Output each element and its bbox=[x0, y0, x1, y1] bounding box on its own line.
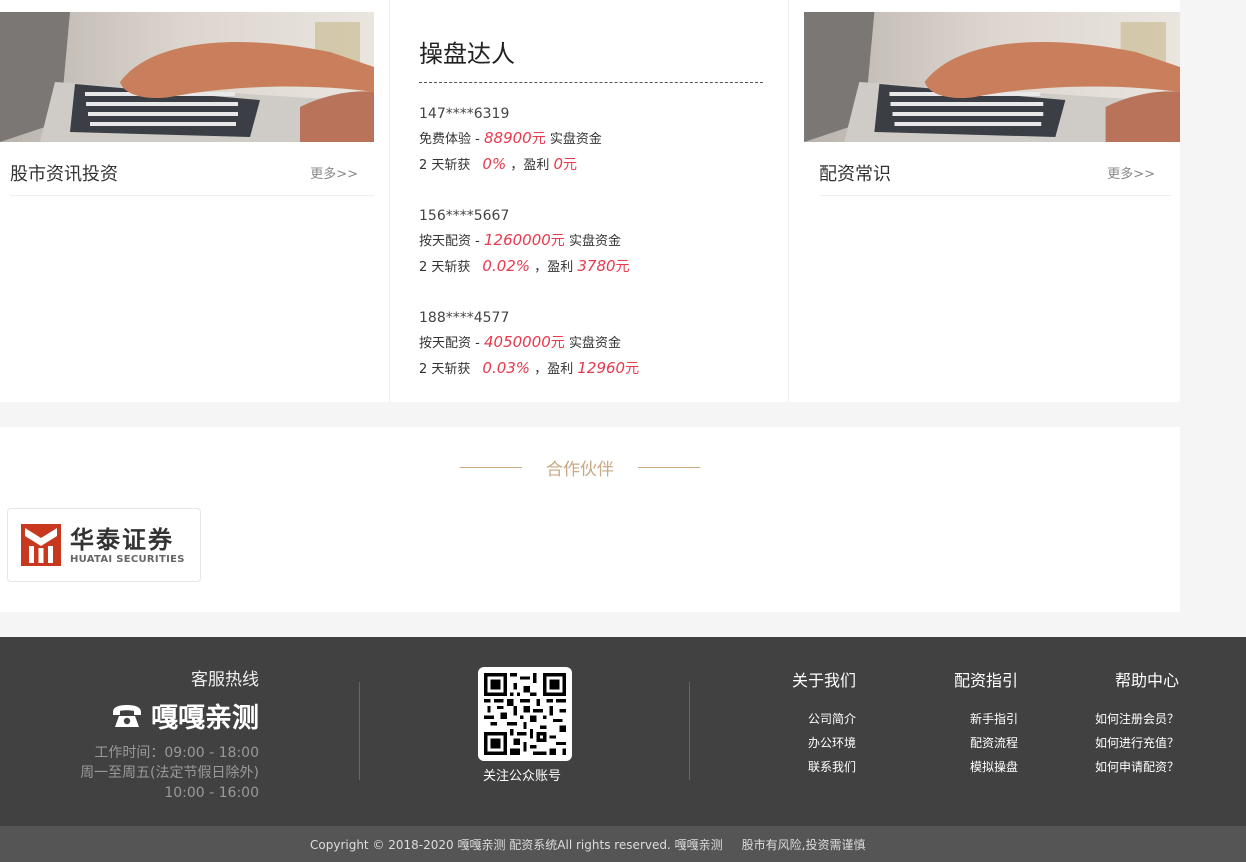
hotline-name: 嘎嘎亲测 bbox=[151, 703, 259, 734]
trade-amount-suffix: 实盘资金 bbox=[568, 336, 621, 351]
trade-days: 2 天斩获 bbox=[419, 158, 471, 173]
partner-card-huatai[interactable]: 华泰证券 HUATAI SECURITIES bbox=[7, 508, 201, 582]
trade-amount: 88900元 bbox=[483, 129, 546, 147]
experts-column: 操盘达人 147****6319 免费体验 - 88900元 实盘资金 2 天斩… bbox=[389, 0, 789, 402]
hours-line: 10:00 - 16:00 bbox=[164, 785, 259, 801]
news-title-left: 股市资讯投资 bbox=[10, 163, 118, 185]
more-link-right[interactable]: 更多>> bbox=[1107, 163, 1155, 182]
trade-amount: 4050000元 bbox=[483, 333, 565, 351]
footer-link[interactable]: 办公环境 bbox=[792, 731, 856, 755]
partners-heading: 合作伙伴 bbox=[460, 455, 700, 480]
partner-name-cn: 华泰证券 bbox=[70, 525, 174, 554]
hotline-label: 客服热线 bbox=[191, 670, 259, 690]
huatai-logo-text: 华泰证券 HUATAI SECURITIES bbox=[70, 526, 185, 565]
hotline-name-row: 嘎嘎亲测 bbox=[80, 696, 259, 735]
news-header-left: 股市资讯投资 更多>> bbox=[10, 150, 374, 196]
trade-rate: 0.02% bbox=[482, 257, 531, 275]
trade-profit: 12960元 bbox=[577, 359, 640, 377]
footer-link[interactable]: 配资流程 bbox=[954, 731, 1018, 755]
trade-phone: 147****6319 bbox=[419, 106, 510, 122]
footer-link[interactable]: 联系我们 bbox=[792, 755, 856, 779]
qr-code-icon bbox=[484, 673, 566, 755]
trade-amount: 1260000元 bbox=[483, 231, 565, 249]
trade-profit: 0元 bbox=[553, 155, 578, 173]
footer: 客服热线 嘎嘎亲测 工作时间：09:00 - 18:00 周一至周五(法定节假日… bbox=[0, 637, 1246, 826]
trade-phone: 188****4577 bbox=[419, 310, 510, 326]
footer-col-title: 配资指引 bbox=[953, 671, 1018, 690]
copyright-text: Copyright © 2018-2020 嘎嘎亲测 配资系统All right… bbox=[310, 837, 866, 852]
news-title-right: 配资常识 bbox=[819, 163, 891, 185]
working-hours: 工作时间：09:00 - 18:00 周一至周五(法定节假日除外) 10:00 … bbox=[80, 743, 259, 803]
footer-col-about: 关于我们 公司简介 办公环境 联系我们 bbox=[792, 667, 856, 779]
trade-rate: 0% bbox=[482, 155, 507, 173]
trade-rate: 0.03% bbox=[482, 359, 531, 377]
trade-item: 156****5667 按天配资 - 1260000元 实盘资金 2 天斩获 0.… bbox=[419, 204, 630, 280]
divider bbox=[419, 82, 763, 83]
footer-divider bbox=[359, 682, 360, 780]
footer-link[interactable]: 公司简介 bbox=[792, 707, 856, 731]
qr-code[interactable] bbox=[478, 667, 572, 761]
partners-title: 合作伙伴 bbox=[546, 460, 614, 480]
hours-line: 工作时间：09:00 - 18:00 bbox=[94, 745, 259, 761]
footer-col-title: 帮助中心 bbox=[1114, 671, 1179, 690]
footer-link[interactable]: 模拟操盘 bbox=[954, 755, 1018, 779]
trade-amount-suffix: 实盘资金 bbox=[568, 234, 621, 249]
trade-profit-label: ，盈利 bbox=[534, 362, 574, 377]
heading-line-right bbox=[638, 467, 700, 468]
trade-profit-label: ，盈利 bbox=[534, 260, 574, 275]
footer-divider bbox=[689, 682, 690, 780]
trade-amount-suffix: 实盘资金 bbox=[549, 132, 602, 147]
hours-line: 周一至周五(法定节假日除外) bbox=[80, 765, 259, 781]
trade-days: 2 天斩获 bbox=[419, 362, 471, 377]
trade-type: 按天配资 bbox=[419, 234, 472, 249]
top-section: 股市资讯投资 更多>> 操盘达人 147****6319 免费体验 - 8890… bbox=[0, 0, 1180, 402]
trade-profit: 3780元 bbox=[577, 257, 630, 275]
more-link-left[interactable]: 更多>> bbox=[310, 163, 358, 182]
qr-block: 关注公众账号 bbox=[478, 667, 572, 784]
news-column-right: 配资常识 更多>> bbox=[789, 0, 1180, 402]
trade-type: 免费体验 bbox=[419, 132, 472, 147]
footer-col-guide: 配资指引 新手指引 配资流程 模拟操盘 bbox=[954, 667, 1018, 779]
laptop-photo-left[interactable] bbox=[0, 12, 374, 142]
partners-section: 合作伙伴 华泰证券 HUATAI SECURITIES bbox=[0, 427, 1180, 612]
heading-line-left bbox=[460, 467, 522, 468]
laptop-photo-right[interactable] bbox=[804, 12, 1180, 142]
footer-link[interactable]: 如何注册会员？ bbox=[1095, 707, 1179, 731]
hotline-block: 客服热线 嘎嘎亲测 工作时间：09:00 - 18:00 周一至周五(法定节假日… bbox=[80, 665, 259, 803]
qr-caption: 关注公众账号 bbox=[482, 769, 561, 784]
trade-item: 147****6319 免费体验 - 88900元 实盘资金 2 天斩获 0% ，… bbox=[419, 102, 602, 178]
footer-col-help: 帮助中心 如何注册会员？ 如何进行充值？ 如何申请配资？ bbox=[1095, 667, 1179, 779]
footer-link[interactable]: 如何进行充值？ bbox=[1095, 731, 1179, 755]
footer-link[interactable]: 新手指引 bbox=[954, 707, 1018, 731]
phone-icon bbox=[113, 704, 141, 727]
trade-type: 按天配资 bbox=[419, 336, 472, 351]
footer-col-title: 关于我们 bbox=[791, 671, 856, 690]
trade-profit-label: ，盈利 bbox=[510, 158, 550, 173]
news-header-right: 配资常识 更多>> bbox=[819, 150, 1171, 196]
trade-days: 2 天斩获 bbox=[419, 260, 471, 275]
experts-title: 操盘达人 bbox=[419, 40, 515, 68]
footer-link[interactable]: 如何申请配资？ bbox=[1095, 755, 1179, 779]
news-column-left: 股市资讯投资 更多>> bbox=[0, 0, 389, 402]
huatai-logo-icon bbox=[21, 524, 61, 566]
copyright-bar: Copyright © 2018-2020 嘎嘎亲测 配资系统All right… bbox=[0, 826, 1246, 862]
trade-item: 188****4577 按天配资 - 4050000元 实盘资金 2 天斩获 0.… bbox=[419, 306, 639, 382]
partner-name-en: HUATAI SECURITIES bbox=[70, 553, 185, 565]
trade-phone: 156****5667 bbox=[419, 208, 510, 224]
